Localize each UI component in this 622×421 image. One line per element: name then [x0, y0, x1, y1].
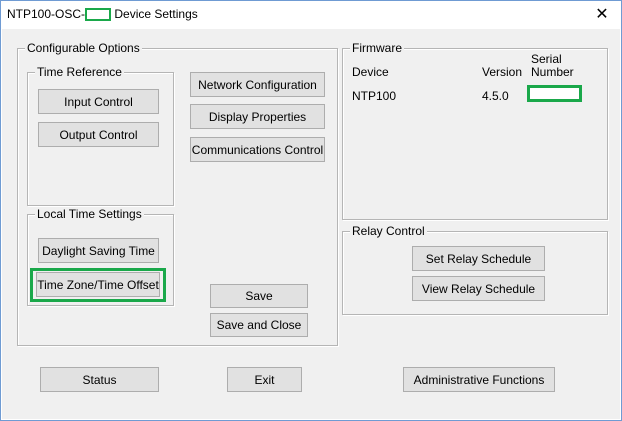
local-time-settings-legend: Local Time Settings [35, 207, 144, 221]
communications-control-button[interactable]: Communications Control [190, 137, 325, 162]
relay-control-legend: Relay Control [350, 224, 427, 238]
time-reference-group: Time Reference Input Control Output Cont… [27, 65, 174, 206]
firmware-version-header: Version [482, 65, 523, 79]
time-zone-offset-button[interactable]: Time Zone/Time Offset [36, 272, 160, 297]
output-control-button[interactable]: Output Control [38, 122, 159, 147]
title-redaction-box [85, 8, 112, 21]
set-relay-schedule-button[interactable]: Set Relay Schedule [412, 246, 545, 271]
view-relay-schedule-button[interactable]: View Relay Schedule [412, 276, 545, 301]
exit-button[interactable]: Exit [227, 367, 302, 392]
time-reference-legend: Time Reference [35, 65, 124, 79]
device-settings-window: NTP100-OSC- Device Settings ✕ Configurab… [0, 0, 622, 421]
configurable-options-legend: Configurable Options [25, 41, 142, 55]
title-bar[interactable]: NTP100-OSC- Device Settings ✕ [1, 1, 621, 29]
local-time-settings-group: Local Time Settings Daylight Saving Time… [27, 207, 174, 306]
status-button[interactable]: Status [40, 367, 159, 392]
save-and-close-button[interactable]: Save and Close [210, 313, 308, 337]
administrative-functions-button[interactable]: Administrative Functions [403, 367, 555, 392]
title-suffix: Device Settings [111, 7, 198, 21]
input-control-button[interactable]: Input Control [38, 89, 159, 114]
daylight-saving-time-button[interactable]: Daylight Saving Time [38, 238, 159, 263]
firmware-serial-header-line1: Serial [531, 52, 562, 66]
firmware-legend: Firmware [350, 41, 404, 55]
window-client-area: Configurable Options Time Reference Inpu… [2, 29, 620, 419]
relay-control-group: Relay Control Set Relay Schedule View Re… [342, 224, 608, 315]
firmware-device-value: NTP100 [352, 89, 397, 103]
title-prefix: NTP100-OSC- [7, 7, 86, 21]
configurable-options-group: Configurable Options Time Reference Inpu… [17, 41, 338, 346]
close-icon[interactable]: ✕ [591, 5, 613, 25]
window-title: NTP100-OSC- Device Settings [7, 7, 198, 21]
save-button[interactable]: Save [210, 284, 308, 308]
firmware-serial-header-line2: Number [531, 65, 574, 79]
firmware-group: Firmware Device Version Serial Number NT… [342, 41, 608, 220]
display-properties-button[interactable]: Display Properties [190, 104, 325, 129]
network-configuration-button[interactable]: Network Configuration [190, 72, 325, 97]
firmware-version-value: 4.5.0 [482, 89, 509, 103]
firmware-device-header: Device [352, 65, 389, 79]
serial-number-redaction-box [527, 85, 582, 102]
